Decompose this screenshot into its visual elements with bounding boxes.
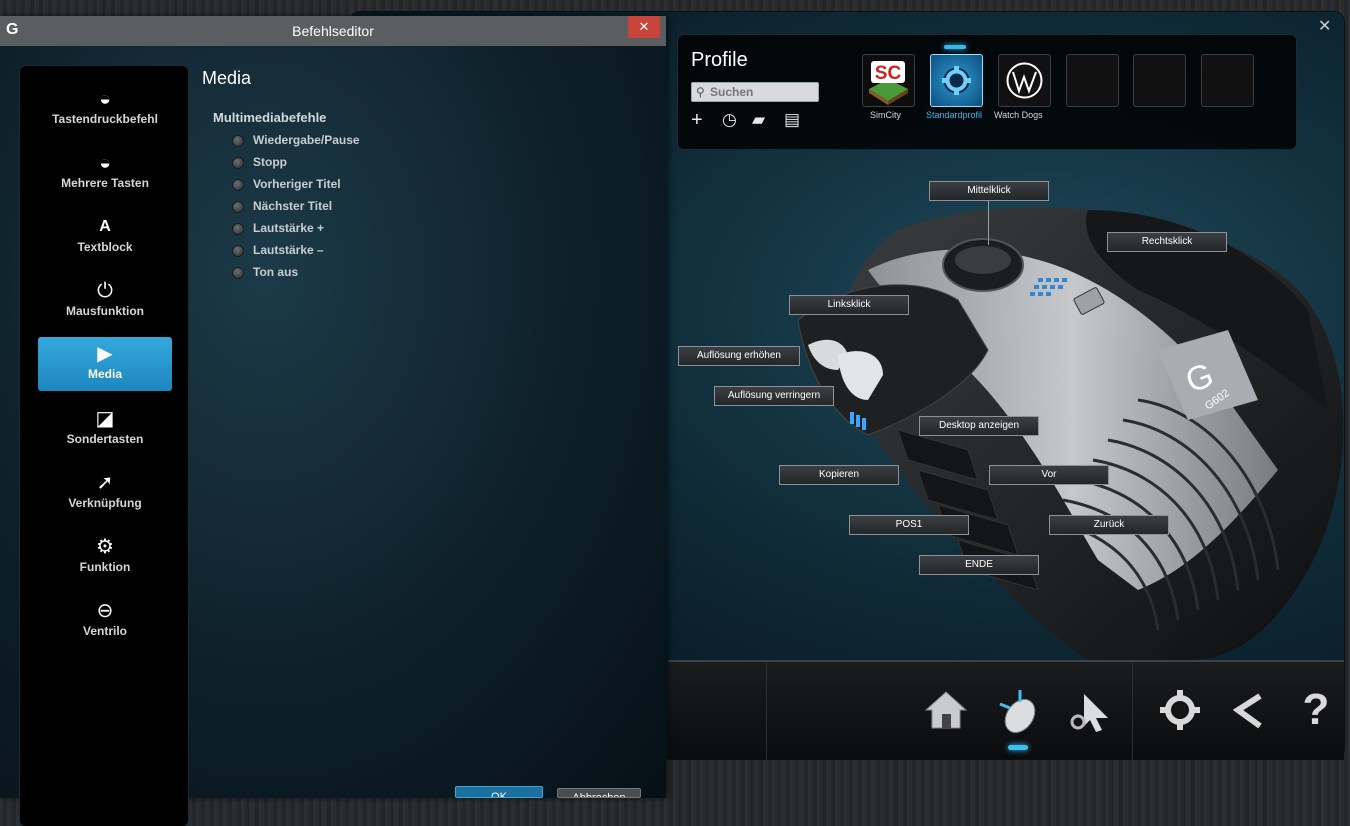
- active-nav-indicator: [1008, 745, 1028, 750]
- callout-zurueck[interactable]: Zurück: [1049, 515, 1169, 535]
- category-media[interactable]: ▶ Media: [38, 337, 172, 391]
- profile-title: Profile: [691, 49, 748, 71]
- category-funktion[interactable]: ⚙ Funktion: [38, 530, 172, 584]
- radio-button[interactable]: [232, 201, 244, 213]
- ok-button[interactable]: OK: [455, 786, 543, 798]
- callout-line: [988, 200, 989, 245]
- category-verknuepfung[interactable]: ➚ Verknüpfung: [38, 466, 172, 520]
- profile-slot-empty[interactable]: [1201, 54, 1254, 107]
- cancel-button[interactable]: Abbrechen: [557, 788, 641, 798]
- radio-button[interactable]: [232, 245, 244, 257]
- callout-aufloesung-erhoehen[interactable]: Auflösung erhöhen: [678, 346, 800, 366]
- search-input[interactable]: [710, 84, 814, 100]
- radio-button[interactable]: [232, 267, 244, 279]
- bottom-nav-bar: ?: [668, 660, 1344, 760]
- customize-mouse-icon[interactable]: [990, 682, 1046, 738]
- share-icon[interactable]: [1220, 682, 1276, 738]
- callout-mittelklick[interactable]: Mittelklick: [929, 181, 1049, 201]
- mouse-icon: ⏻: [97, 280, 113, 302]
- svg-text:SC: SC: [875, 63, 902, 84]
- category-mehrere-tasten[interactable]: ◒ Mehrere Tasten: [38, 146, 172, 200]
- callout-linksklick[interactable]: Linksklick: [789, 295, 909, 315]
- dialog-body: ◒ Tastendruckbefehl ◒ Mehrere Tasten A T…: [0, 46, 666, 826]
- keystroke-icon: ◒: [98, 88, 112, 110]
- dialog-title: Befehlseditor: [292, 23, 374, 39]
- profile-slot-simcity[interactable]: SC: [862, 54, 915, 107]
- callout-desktop-anzeigen[interactable]: Desktop anzeigen: [919, 416, 1039, 436]
- profile-label: Watch Dogs: [994, 110, 1043, 120]
- multikey-icon: ◒: [98, 152, 112, 174]
- settings-icon[interactable]: [1152, 682, 1208, 738]
- category-sidebar: ◒ Tastendruckbefehl ◒ Mehrere Tasten A T…: [20, 66, 188, 826]
- profile-slot-watchdogs[interactable]: [998, 54, 1051, 107]
- category-sondertasten[interactable]: ◪ Sondertasten: [38, 402, 172, 456]
- help-icon[interactable]: ?: [1288, 682, 1344, 738]
- folder-icon[interactable]: ▰: [752, 109, 765, 131]
- add-profile-icon[interactable]: +: [691, 109, 703, 131]
- close-button[interactable]: ✕: [628, 16, 660, 38]
- radio-button[interactable]: [232, 135, 244, 147]
- group-label: Multimediabefehle: [213, 110, 327, 125]
- gear-icon: [942, 66, 971, 95]
- pointer-settings-icon[interactable]: [1062, 682, 1118, 738]
- profile-label: SimCity: [870, 110, 901, 120]
- divider: [1132, 662, 1133, 760]
- home-icon[interactable]: [918, 682, 974, 738]
- shortcut-icon: ➚: [96, 472, 114, 494]
- callout-aufloesung-verringern[interactable]: Auflösung verringern: [714, 386, 834, 406]
- profile-label-active: Standardprofil: [926, 110, 983, 120]
- headset-icon: ⊖: [96, 600, 114, 622]
- callout-ende[interactable]: ENDE: [919, 555, 1039, 575]
- profile-slot-empty[interactable]: [1066, 54, 1119, 107]
- callout-vor[interactable]: Vor: [989, 465, 1109, 485]
- profile-panel: Profile ⚲ + ◷ ▰ ▤ SC SimCity Standardpro…: [678, 35, 1296, 149]
- radio-button[interactable]: [232, 157, 244, 169]
- category-ventrilo[interactable]: ⊖ Ventrilo: [38, 594, 172, 648]
- profile-search[interactable]: ⚲: [691, 82, 819, 102]
- print-icon[interactable]: ▤: [784, 109, 800, 131]
- callout-kopieren[interactable]: Kopieren: [779, 465, 899, 485]
- callout-rechtsklick[interactable]: Rechtsklick: [1107, 232, 1227, 252]
- function-icon: ⚙: [96, 536, 114, 558]
- dialog-titlebar[interactable]: G Befehlseditor ✕: [0, 16, 666, 46]
- main-close-icon[interactable]: ✕: [1318, 16, 1331, 36]
- watchdogs-logo-icon: [1006, 62, 1043, 99]
- textblock-icon: A: [99, 218, 111, 235]
- divider: [766, 662, 767, 760]
- category-mausfunktion[interactable]: ⏻ Mausfunktion: [38, 274, 172, 328]
- active-profile-indicator: [944, 45, 966, 49]
- section-heading: Media: [202, 68, 252, 88]
- search-icon: ⚲: [696, 85, 705, 99]
- history-icon[interactable]: ◷: [722, 109, 737, 131]
- profile-slot-standard[interactable]: [930, 54, 983, 107]
- callout-pos1[interactable]: POS1: [849, 515, 969, 535]
- simcity-logo-icon: SC: [869, 61, 908, 105]
- category-tastendruckbefehl[interactable]: ◒ Tastendruckbefehl: [38, 82, 172, 136]
- radio-button[interactable]: [232, 179, 244, 191]
- radio-button[interactable]: [232, 223, 244, 235]
- play-icon: ▶: [97, 343, 113, 365]
- category-textblock[interactable]: A Textblock: [38, 210, 172, 264]
- special-keys-icon: ◪: [95, 408, 115, 430]
- profile-slot-empty[interactable]: [1133, 54, 1186, 107]
